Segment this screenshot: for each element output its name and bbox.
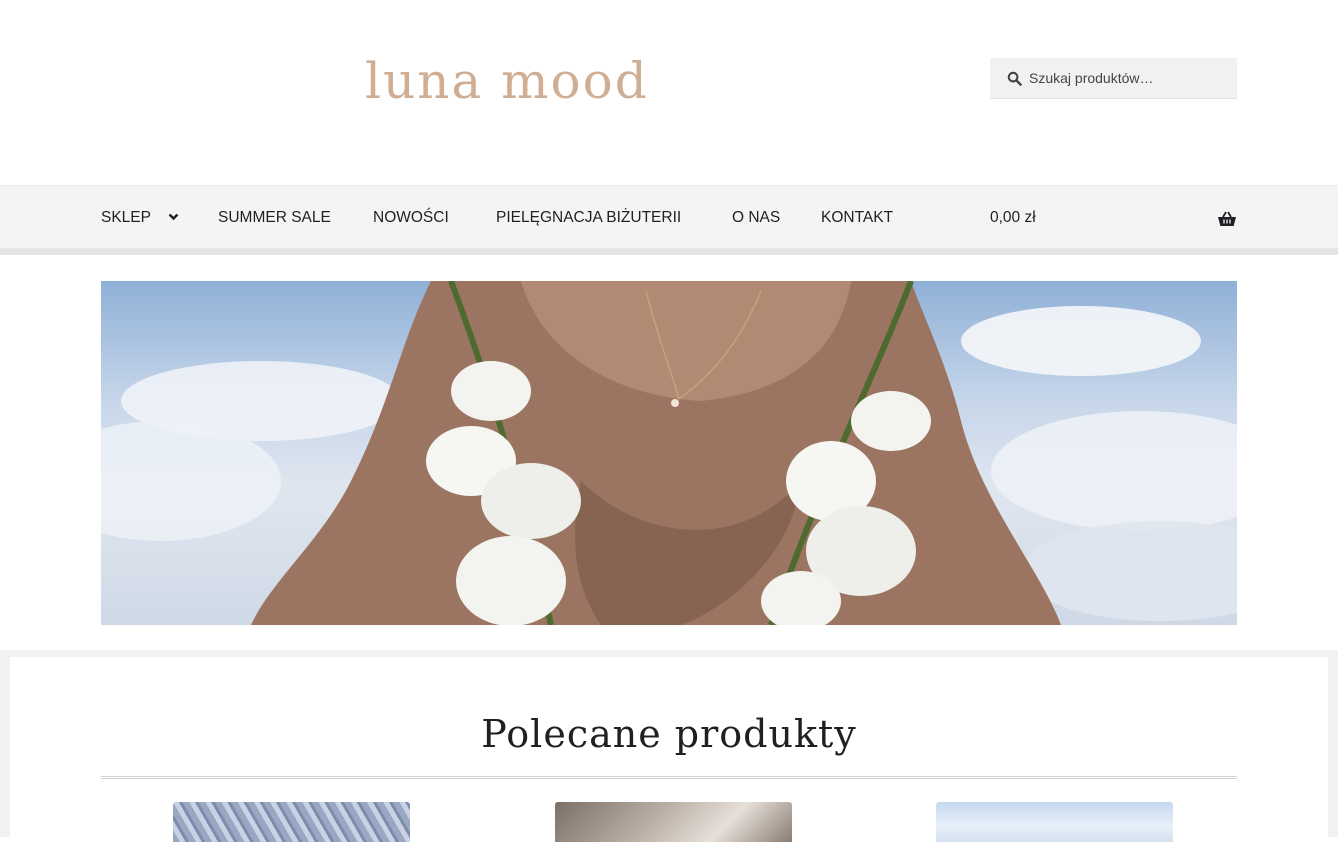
section-divider [101,776,1237,779]
nav-item-nowosci[interactable]: NOWOŚCI [373,209,449,227]
section-title: Polecane produkty [481,712,857,756]
nav-item-pielegnacja-bizuterii[interactable]: PIELĘGNACJA BIŻUTERII [496,209,681,227]
search-form [990,58,1237,99]
search-icon[interactable] [1007,71,1022,86]
nav-item-kontakt[interactable]: KONTAKT [821,209,893,227]
product-thumbnail[interactable] [555,802,792,842]
nav-item-summer-sale[interactable]: SUMMER SALE [218,209,331,227]
site-logo[interactable]: luna mood [365,56,649,106]
product-thumbnail[interactable] [173,802,410,842]
nav-item-sklep[interactable]: SKLEP [101,209,151,227]
hero-photo [101,281,1237,625]
basket-icon[interactable] [1217,211,1237,227]
product-thumbnail[interactable] [936,802,1173,842]
primary-navigation: SKLEP SUMMER SALE NOWOŚCI PIELĘGNACJA BI… [0,185,1338,255]
search-input[interactable] [1029,58,1229,98]
nav-item-o-nas[interactable]: O NAS [732,209,780,227]
chevron-down-icon[interactable] [168,212,179,222]
site-header: luna mood [0,0,1338,185]
hero-banner-image[interactable] [101,281,1237,625]
cart-total[interactable]: 0,00 zł [990,209,1036,227]
